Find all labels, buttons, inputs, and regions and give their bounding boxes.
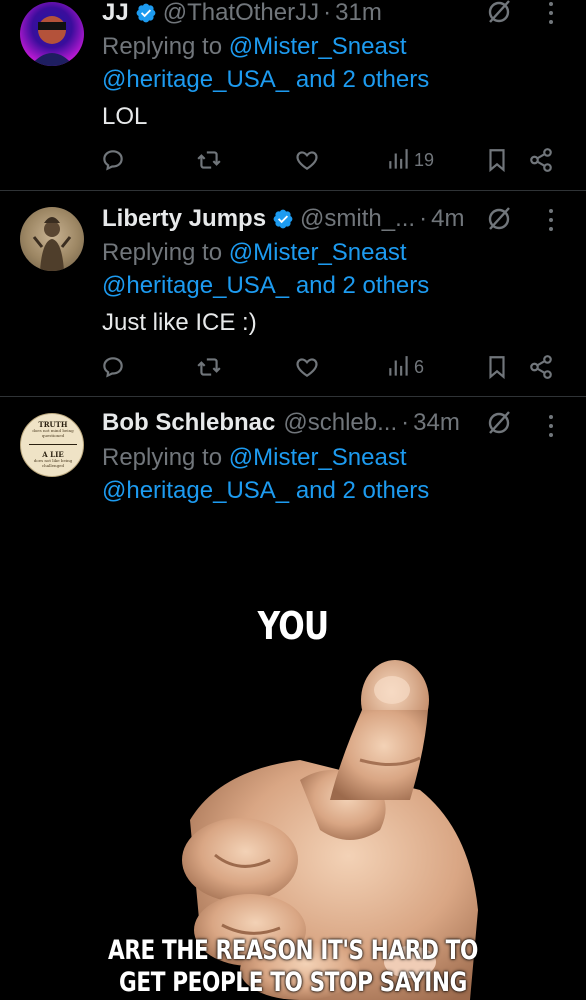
share-button[interactable] [528,352,554,382]
action-bar: 19 [100,145,570,175]
like-button[interactable] [294,145,320,175]
like-button[interactable] [294,352,320,382]
views-count: 6 [414,356,425,377]
reply-button[interactable] [100,145,126,175]
others-link[interactable]: and 2 others [296,477,429,504]
avatar[interactable] [20,207,84,271]
mention-link[interactable]: @heritage_USA_ [102,272,289,299]
avatar-sub-top: does not mind being questioned [32,428,74,438]
meme-bottom-text-line-2: GET PEOPLE TO STOP SAYING “RETARD” [119,967,467,998]
replying-to-label: Replying to [102,444,223,471]
views-count: 19 [414,149,435,170]
user-handle[interactable]: @smith_... [300,205,415,233]
display-name[interactable]: Liberty Jumps [102,205,266,233]
avatar[interactable]: TRUTH does not mind being questioned A L… [20,413,84,477]
avatar[interactable] [20,2,84,66]
timestamp[interactable]: 34m [413,409,460,437]
like-icon [296,151,318,170]
separator: · [419,205,428,232]
meme-bottom-text-line-1: ARE THE REASON IT'S HARD TO [108,935,478,966]
replying-to: Replying to @Mister_Sneast @heritage_USA… [102,441,429,507]
separator: · [401,409,410,436]
replying-to: Replying to @Mister_Sneast @heritage_USA… [102,30,429,96]
user-handle[interactable]: @schleb... [283,409,397,437]
views-icon [389,356,408,376]
grok-icon[interactable] [484,204,514,234]
grok-icon[interactable] [484,408,514,438]
mention-link[interactable]: @Mister_Sneast [229,239,407,266]
verified-badge-icon [136,3,156,23]
bookmark-button[interactable] [484,145,510,175]
display-name[interactable]: JJ [102,0,129,27]
mention-link[interactable]: @Mister_Sneast [229,33,407,60]
share-icon [530,148,552,172]
mention-link[interactable]: @heritage_USA_ [102,477,289,504]
retweet-icon [197,151,221,169]
views-icon [389,149,408,169]
retweet-icon [197,358,221,376]
reply-icon [103,150,123,171]
verified-badge-icon [273,209,293,229]
user-handle[interactable]: @ThatOtherJJ [163,0,319,27]
others-link[interactable]: and 2 others [296,272,429,299]
replying-to-label: Replying to [102,33,223,60]
bookmark-icon [489,149,505,173]
action-bar: 6 [100,352,570,382]
separator: · [323,0,332,26]
bookmark-button[interactable] [484,352,510,382]
reply-icon [103,357,123,378]
avatar-rule [29,444,77,445]
mention-link[interactable]: @heritage_USA_ [102,66,289,93]
share-icon [530,355,552,379]
reply-button[interactable] [100,352,126,382]
pointing-hand-illustration [182,660,478,1000]
tweet-2[interactable]: Liberty Jumps @smith_... · 4m Replying t… [0,191,586,396]
bookmark-icon [489,356,505,380]
timestamp[interactable]: 4m [431,205,464,233]
more-icon[interactable] [546,207,556,233]
views-button[interactable]: 6 [386,352,424,382]
others-link[interactable]: and 2 others [296,66,429,93]
mention-link[interactable]: @Mister_Sneast [229,444,407,471]
tweet-media-image[interactable]: YOU ARE THE REASON IT'S HARD TO GET PEOP… [0,530,586,1000]
grok-icon[interactable] [484,0,514,27]
retweet-button[interactable] [196,352,222,382]
timestamp[interactable]: 31m [335,0,382,27]
replying-to: Replying to @Mister_Sneast @heritage_USA… [102,236,429,302]
display-name[interactable]: Bob Schlebnac [102,409,275,437]
tweet-text: Just like ICE :) [102,309,257,336]
share-button[interactable] [528,145,554,175]
tweet-text: LOL [102,103,148,130]
more-icon[interactable] [546,413,556,439]
views-button[interactable]: 19 [386,145,434,175]
avatar-sub-bottom: does not like being challenged [33,458,73,468]
like-icon [296,358,318,377]
more-icon[interactable] [546,0,556,26]
replying-to-label: Replying to [102,239,223,266]
tweet-1[interactable]: JJ @ThatOtherJJ · 31m Replying to @Miste… [0,0,586,190]
retweet-button[interactable] [196,145,222,175]
